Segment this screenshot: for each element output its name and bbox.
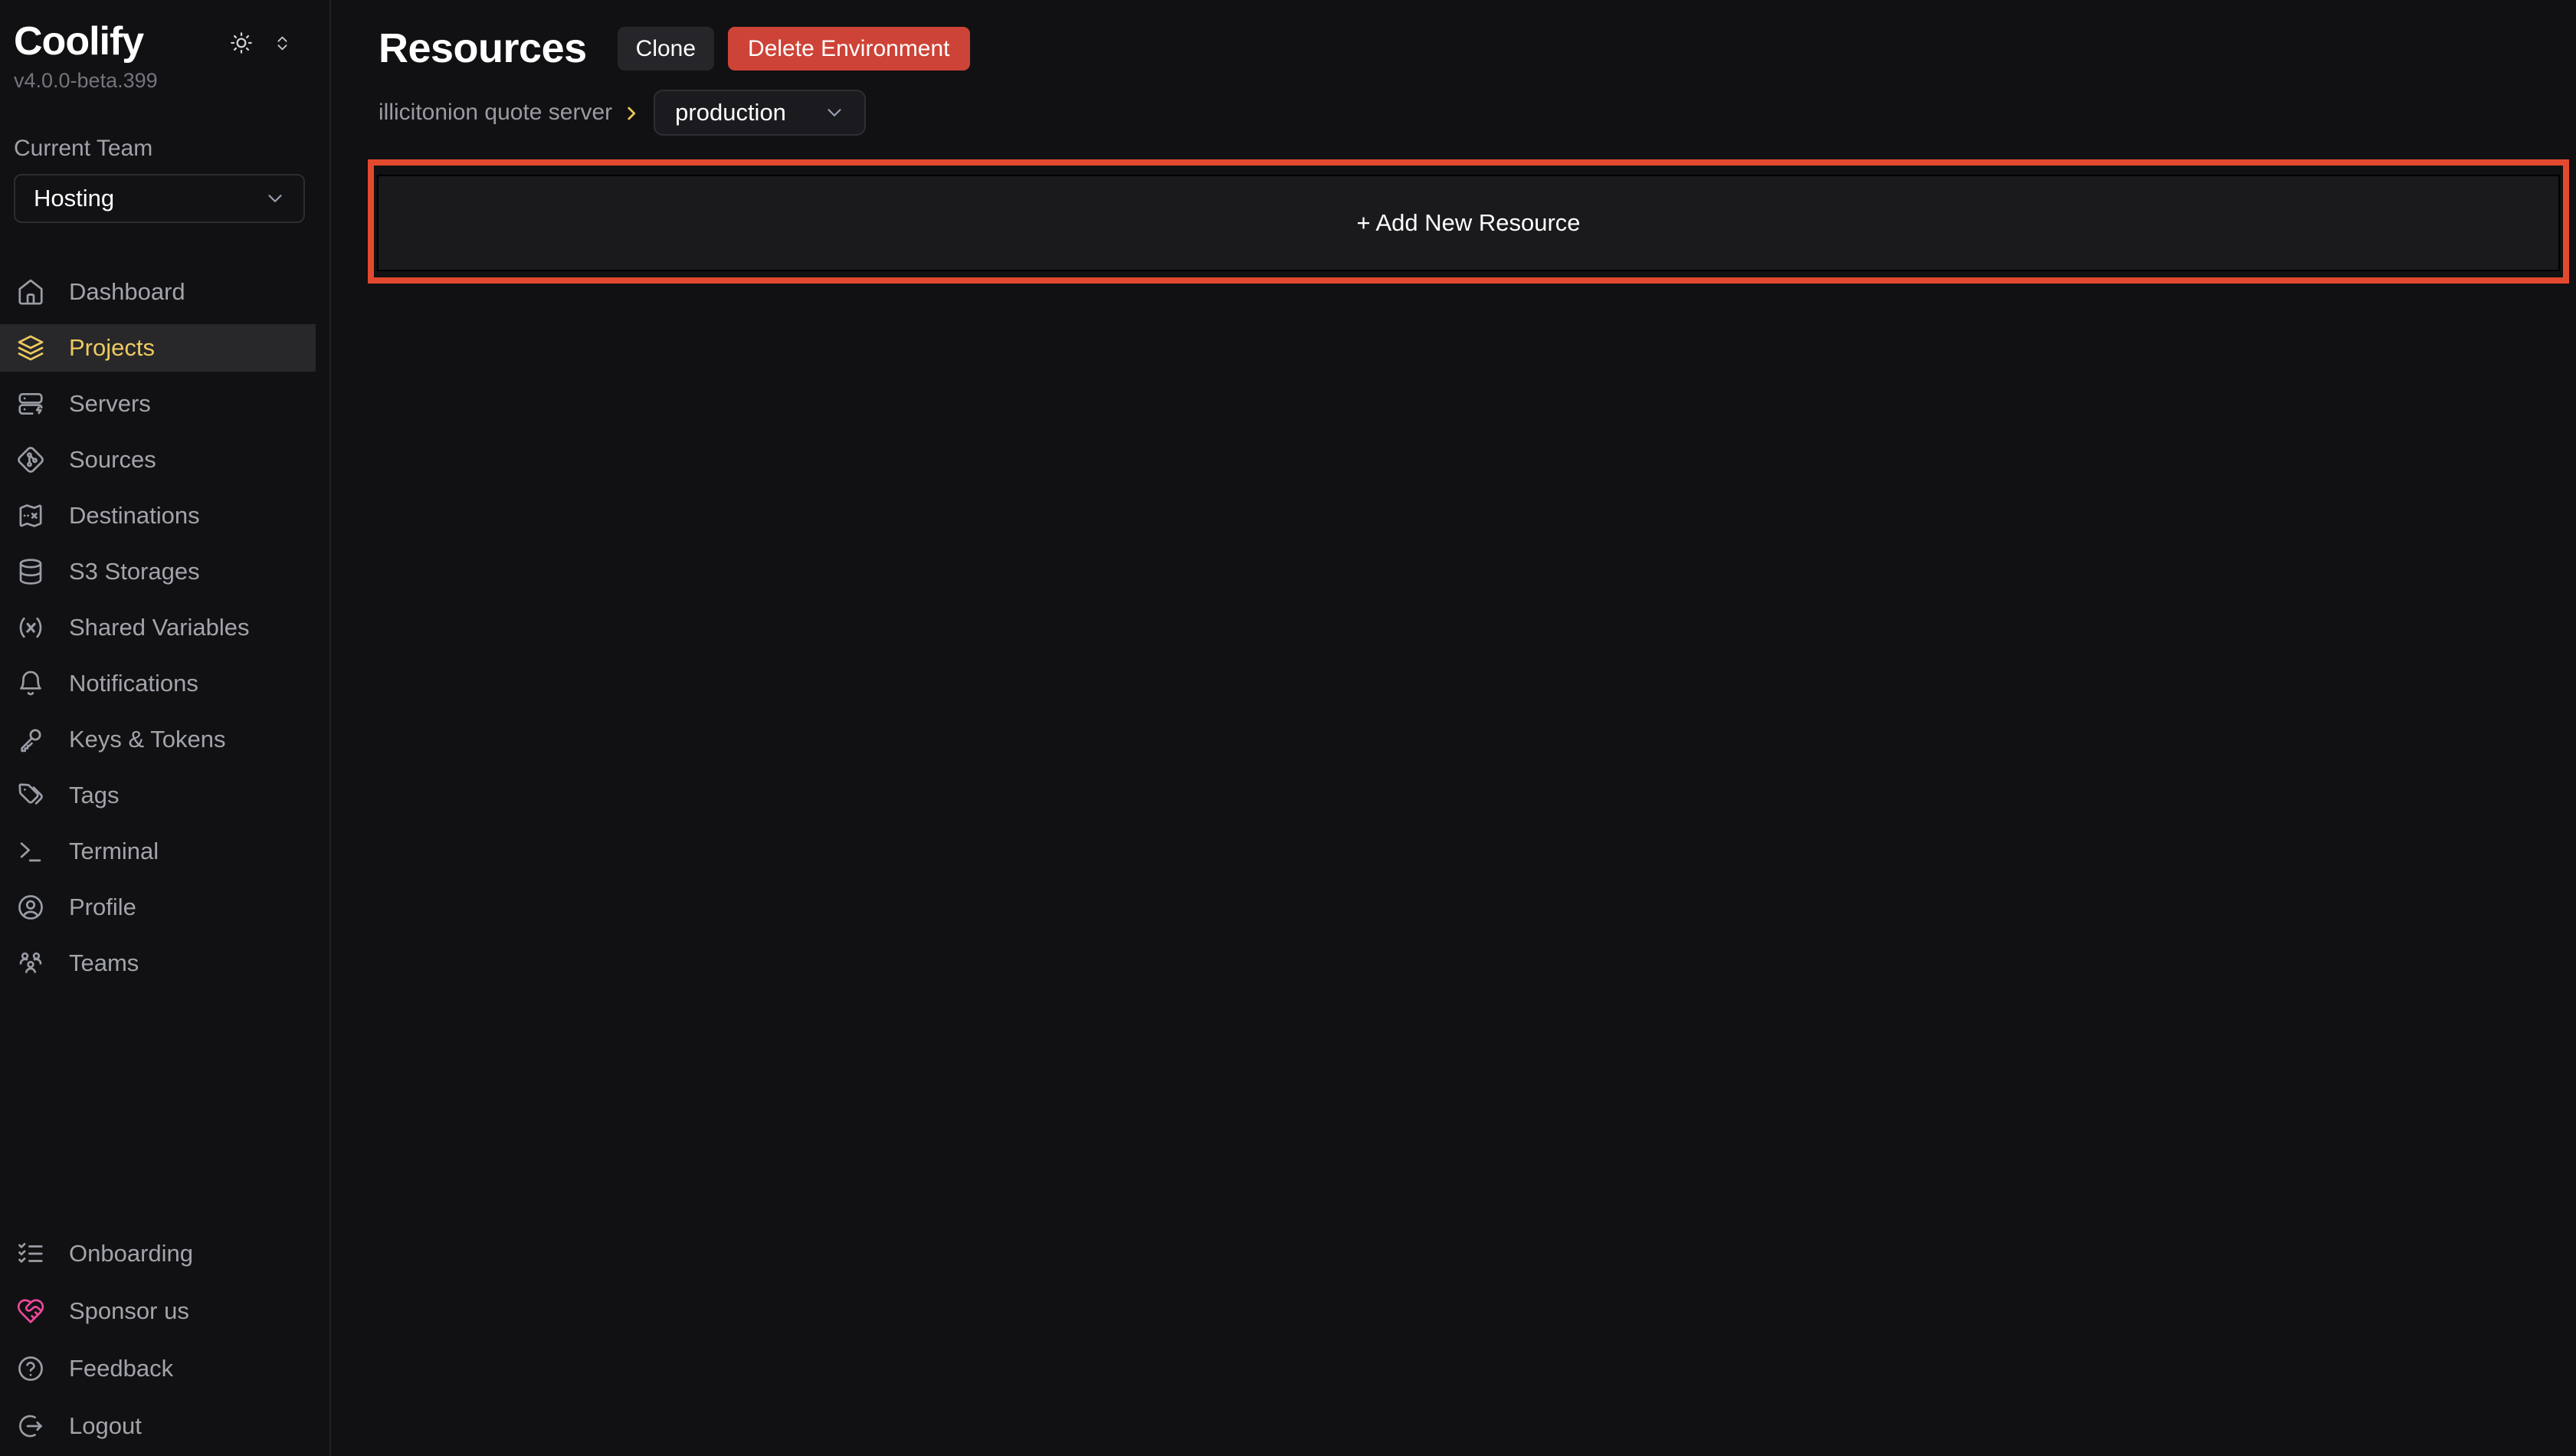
sidebar-item-label: Sources [69, 446, 156, 474]
environment-select-value: production [675, 99, 786, 126]
checklist-icon [16, 1239, 45, 1268]
page-header: Resources Clone Delete Environment [379, 27, 2569, 71]
bell-icon [16, 669, 45, 698]
main-content: Resources Clone Delete Environment illic… [331, 0, 2576, 1456]
team-select-value: Hosting [34, 185, 114, 212]
sidebar-item-label: Logout [69, 1412, 142, 1440]
sidebar-item-feedback[interactable]: Feedback [0, 1345, 316, 1392]
user-circle-icon [16, 893, 45, 922]
terminal-icon [16, 837, 45, 866]
map-icon [16, 501, 45, 530]
sidebar-item-label: Destinations [69, 502, 200, 530]
sidebar-item-label: Terminal [69, 838, 159, 865]
sidebar-item-label: Keys & Tokens [69, 726, 225, 753]
sidebar-item-sponsor-us[interactable]: Sponsor us [0, 1287, 316, 1335]
delete-environment-button[interactable]: Delete Environment [728, 27, 969, 71]
sidebar-item-label: Projects [69, 334, 155, 362]
key-icon [16, 725, 45, 754]
sidebar-item-label: Profile [69, 894, 136, 921]
add-new-resource-button[interactable]: + Add New Resource [377, 175, 2560, 271]
sidebar-item-onboarding[interactable]: Onboarding [0, 1230, 316, 1277]
sidebar-item-label: Tags [69, 782, 119, 809]
sidebar-item-label: Shared Variables [69, 614, 250, 641]
chevron-down-icon [264, 187, 287, 210]
sun-icon[interactable] [229, 31, 254, 55]
logo-row: Coolify v4.0.0-beta.399 [0, 20, 329, 93]
breadcrumb-project-link[interactable]: illicitonion quote server [379, 100, 612, 126]
help-circle-icon [16, 1354, 45, 1383]
chevrons-up-down-icon[interactable] [272, 33, 293, 54]
sidebar-item-label: Onboarding [69, 1240, 193, 1267]
sidebar-item-label: Teams [69, 949, 139, 977]
sidebar-footer-nav: Onboarding Sponsor us Feedback Logout [0, 1230, 329, 1450]
database-icon [16, 557, 45, 586]
app-version: v4.0.0-beta.399 [14, 69, 158, 93]
layers-icon [16, 333, 45, 362]
chevron-down-icon [823, 101, 846, 124]
sidebar-item-keys-tokens[interactable]: Keys & Tokens [0, 716, 316, 763]
theme-controls [229, 31, 293, 55]
sidebar-item-dashboard[interactable]: Dashboard [0, 268, 316, 316]
sidebar-item-logout[interactable]: Logout [0, 1402, 316, 1450]
sidebar-item-profile[interactable]: Profile [0, 884, 316, 931]
sidebar-item-s3-storages[interactable]: S3 Storages [0, 548, 316, 595]
page-title: Resources [379, 27, 587, 71]
clone-button[interactable]: Clone [618, 27, 714, 71]
sidebar-item-label: Feedback [69, 1355, 173, 1382]
sidebar-item-label: Servers [69, 390, 151, 418]
app-logo: Coolify [14, 20, 158, 63]
tags-icon [16, 781, 45, 810]
sidebar-item-label: Sponsor us [69, 1297, 189, 1325]
sidebar-item-tags[interactable]: Tags [0, 772, 316, 819]
team-select[interactable]: Hosting [14, 174, 305, 223]
sidebar-item-destinations[interactable]: Destinations [0, 492, 316, 539]
sidebar-item-projects[interactable]: Projects [0, 324, 316, 372]
current-team-label: Current Team [14, 136, 316, 162]
users-icon [16, 949, 45, 978]
chevron-right-icon [621, 103, 641, 123]
breadcrumb: illicitonion quote server production [379, 90, 2569, 136]
sidebar-item-terminal[interactable]: Terminal [0, 828, 316, 875]
git-icon [16, 445, 45, 474]
heart-handshake-icon [16, 1297, 45, 1326]
environment-select[interactable]: production [654, 90, 866, 136]
sidebar-item-shared-variables[interactable]: Shared Variables [0, 604, 316, 651]
variable-icon [16, 613, 45, 642]
server-icon [16, 389, 45, 418]
sidebar-item-label: Dashboard [69, 278, 185, 306]
sidebar-item-sources[interactable]: Sources [0, 436, 316, 484]
sidebar-item-label: S3 Storages [69, 558, 200, 585]
home-icon [16, 277, 45, 307]
sidebar-item-notifications[interactable]: Notifications [0, 660, 316, 707]
sidebar-item-teams[interactable]: Teams [0, 940, 316, 987]
sidebar-item-servers[interactable]: Servers [0, 380, 316, 428]
sidebar: Coolify v4.0.0-beta.399 Current Team Hos… [0, 0, 331, 1456]
sidebar-nav: Dashboard Projects Servers Sources Desti… [0, 268, 329, 995]
annotation-highlight: + Add New Resource [368, 159, 2569, 284]
sidebar-item-label: Notifications [69, 670, 198, 697]
logout-icon [16, 1412, 45, 1441]
